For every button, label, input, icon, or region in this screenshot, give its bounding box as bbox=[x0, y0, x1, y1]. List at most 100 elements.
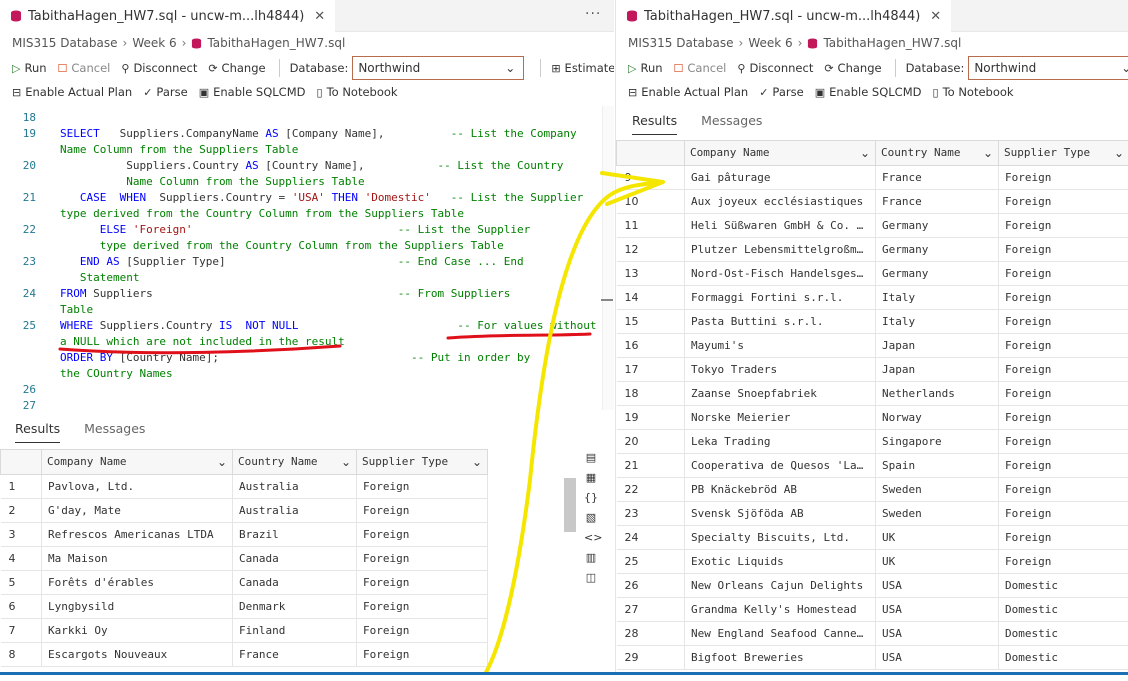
table-cell[interactable]: Brazil bbox=[232, 522, 357, 547]
column-header-country[interactable]: Country Name ⌄ bbox=[875, 140, 999, 166]
column-header-supplier-type[interactable]: Supplier Type ⌄ bbox=[998, 140, 1128, 166]
table-cell[interactable]: Mayumi's bbox=[684, 333, 876, 358]
table-cell[interactable]: USA bbox=[875, 621, 999, 646]
table-cell[interactable]: Spain bbox=[875, 453, 999, 478]
table-cell[interactable]: Foreign bbox=[998, 453, 1128, 478]
table-cell[interactable]: Escargots Nouveaux bbox=[41, 642, 233, 667]
row-number-cell[interactable]: 29 bbox=[616, 645, 685, 670]
table-cell[interactable]: Forêts d'érables bbox=[41, 570, 233, 595]
run-button[interactable]: ▷ Run bbox=[628, 61, 663, 75]
cancel-button[interactable]: ☐ Cancel bbox=[674, 61, 727, 75]
table-cell[interactable]: Formaggi Fortini s.r.l. bbox=[684, 285, 876, 310]
close-tab-icon[interactable]: ✕ bbox=[930, 9, 941, 24]
table-cell[interactable]: Specialty Biscuits, Ltd. bbox=[684, 525, 876, 550]
row-number-cell[interactable]: 23 bbox=[616, 501, 685, 526]
row-number-cell[interactable]: 20 bbox=[616, 429, 685, 454]
table-row[interactable]: 7 Karkki Oy Finland Foreign bbox=[0, 618, 488, 643]
estimated-plan-button[interactable]: ⊞Estimated Plan bbox=[551, 61, 614, 75]
table-cell[interactable]: Zaanse Snoepfabriek bbox=[684, 381, 876, 406]
parse-button[interactable]: ✓ Parse bbox=[143, 85, 187, 99]
table-cell[interactable]: Foreign bbox=[998, 309, 1128, 334]
table-cell[interactable]: Nord-Ost-Fisch Handelsgesellschaft mbH bbox=[684, 261, 876, 286]
table-row[interactable]: 29 Bigfoot Breweries USA Domestic bbox=[616, 645, 1128, 670]
table-row[interactable]: 11 Heli Süßwaren GmbH & Co. KG Germany Fore… bbox=[616, 213, 1128, 238]
table-row[interactable]: 28 New England Seafood Cannery USA Domestic bbox=[616, 621, 1128, 646]
to-notebook-button[interactable]: ▯ To Notebook bbox=[933, 85, 1014, 99]
table-cell[interactable]: Denmark bbox=[232, 594, 357, 619]
table-cell[interactable]: G'day, Mate bbox=[41, 498, 233, 523]
table-cell[interactable]: Foreign bbox=[998, 429, 1128, 454]
table-row[interactable]: 5 Forêts d'érables Canada Foreign bbox=[0, 570, 488, 595]
table-row[interactable]: 13Nord-Ost-Fisch Handelsgesellschaft mbH… bbox=[616, 261, 1128, 286]
table-cell[interactable]: Ma Maison bbox=[41, 546, 233, 571]
chevron-down-icon[interactable]: ⌄ bbox=[983, 146, 993, 160]
table-row[interactable]: 27 Grandma Kelly's Homestead USA Domestic bbox=[616, 597, 1128, 622]
table-cell[interactable]: Japan bbox=[875, 357, 999, 382]
table-cell[interactable]: Australia bbox=[232, 498, 357, 523]
row-number-cell[interactable]: 26 bbox=[616, 573, 685, 598]
table-row[interactable]: 21Cooperativa de Quesos 'Las Cabras'Spai… bbox=[616, 453, 1128, 478]
table-cell[interactable]: USA bbox=[875, 573, 999, 598]
table-row[interactable]: 3 Refrescos Americanas LTDA Brazil Foreign bbox=[0, 522, 488, 547]
close-tab-icon[interactable]: ✕ bbox=[314, 9, 325, 24]
enable-actual-plan-button[interactable]: ⊟ Enable Actual Plan bbox=[12, 85, 132, 99]
table-cell[interactable]: Foreign bbox=[998, 237, 1128, 262]
table-cell[interactable]: Cooperativa de Quesos 'Las Cabras' bbox=[684, 453, 876, 478]
table-row[interactable]: 14 Formaggi Fortini s.r.l. Italy Foreign bbox=[616, 285, 1128, 310]
row-number-cell[interactable]: 21 bbox=[616, 453, 685, 478]
cancel-button[interactable]: ☐ Cancel bbox=[58, 61, 111, 75]
row-number-cell[interactable]: 14 bbox=[616, 285, 685, 310]
table-cell[interactable]: Foreign bbox=[998, 213, 1128, 238]
save-as-xml-icon[interactable]: ▧ bbox=[584, 510, 598, 525]
table-cell[interactable]: PB Knäckebröd AB bbox=[684, 477, 876, 502]
table-cell[interactable]: Foreign bbox=[356, 474, 488, 499]
table-row[interactable]: 10 Aux joyeux ecclésiastiques France Foreig… bbox=[616, 189, 1128, 214]
grid-scrollbar-thumb[interactable] bbox=[564, 478, 576, 532]
change-connection-button[interactable]: ⟳ Change bbox=[208, 61, 265, 75]
table-row[interactable]: 22 PB Knäckebröd AB Sweden Foreign bbox=[616, 477, 1128, 502]
table-row[interactable]: 26 New Orleans Cajun Delights USA Domestic bbox=[616, 573, 1128, 598]
enable-sqlcmd-button[interactable]: ▣ Enable SQLCMD bbox=[199, 85, 306, 99]
table-cell[interactable]: Italy bbox=[875, 285, 999, 310]
table-row[interactable]: 18 Zaanse Snoepfabriek Netherlands Foreign bbox=[616, 381, 1128, 406]
database-select[interactable]: Northwind ⌄ bbox=[968, 56, 1128, 80]
table-cell[interactable]: France bbox=[232, 642, 357, 667]
chevron-down-icon[interactable]: ⌄ bbox=[1114, 146, 1124, 160]
table-cell[interactable]: Netherlands bbox=[875, 381, 999, 406]
row-number-cell[interactable]: 28 bbox=[616, 621, 685, 646]
chevron-down-icon[interactable]: ⌄ bbox=[472, 455, 482, 469]
table-cell[interactable]: Grandma Kelly's Homestead bbox=[684, 597, 876, 622]
run-button[interactable]: ▷ Run bbox=[12, 61, 47, 75]
table-cell[interactable]: Bigfoot Breweries bbox=[684, 645, 876, 670]
table-cell[interactable]: Karkki Oy bbox=[41, 618, 233, 643]
row-number-cell[interactable]: 1 bbox=[0, 474, 42, 499]
breadcrumb-item[interactable]: Week 6 bbox=[748, 36, 792, 50]
table-cell[interactable]: Foreign bbox=[356, 498, 488, 523]
row-number-cell[interactable]: 8 bbox=[0, 642, 42, 667]
change-connection-button[interactable]: ⟳ Change bbox=[824, 61, 881, 75]
row-number-cell[interactable]: 9 bbox=[616, 165, 685, 190]
table-cell[interactable]: Foreign bbox=[356, 594, 488, 619]
table-row[interactable]: 4 Ma Maison Canada Foreign bbox=[0, 546, 488, 571]
table-cell[interactable]: Foreign bbox=[998, 525, 1128, 550]
column-header-company[interactable]: Company Name ⌄ bbox=[684, 140, 876, 166]
table-cell[interactable]: Foreign bbox=[998, 285, 1128, 310]
table-cell[interactable]: Foreign bbox=[356, 546, 488, 571]
column-header-supplier-type[interactable]: Supplier Type ⌄ bbox=[356, 449, 488, 475]
breadcrumb-item[interactable]: MIS315 Database bbox=[12, 36, 118, 50]
table-cell[interactable]: Canada bbox=[232, 546, 357, 571]
table-cell[interactable]: UK bbox=[875, 549, 999, 574]
breadcrumb-item[interactable]: MIS315 Database bbox=[628, 36, 734, 50]
copy-icon[interactable]: <> bbox=[584, 530, 602, 545]
table-cell[interactable]: Japan bbox=[875, 333, 999, 358]
table-cell[interactable]: UK bbox=[875, 525, 999, 550]
row-number-cell[interactable]: 17 bbox=[616, 357, 685, 382]
row-number-cell[interactable]: 25 bbox=[616, 549, 685, 574]
right-editor-tab[interactable]: TabithaHagen_HW7.sql - uncw-m...lh4844) … bbox=[616, 0, 952, 32]
table-cell[interactable]: Exotic Liquids bbox=[684, 549, 876, 574]
table-cell[interactable]: Svensk Sjöföda AB bbox=[684, 501, 876, 526]
table-row[interactable]: 20 Leka Trading Singapore Foreign bbox=[616, 429, 1128, 454]
table-cell[interactable]: USA bbox=[875, 645, 999, 670]
row-number-cell[interactable]: 22 bbox=[616, 477, 685, 502]
chevron-down-icon[interactable]: ⌄ bbox=[860, 146, 870, 160]
